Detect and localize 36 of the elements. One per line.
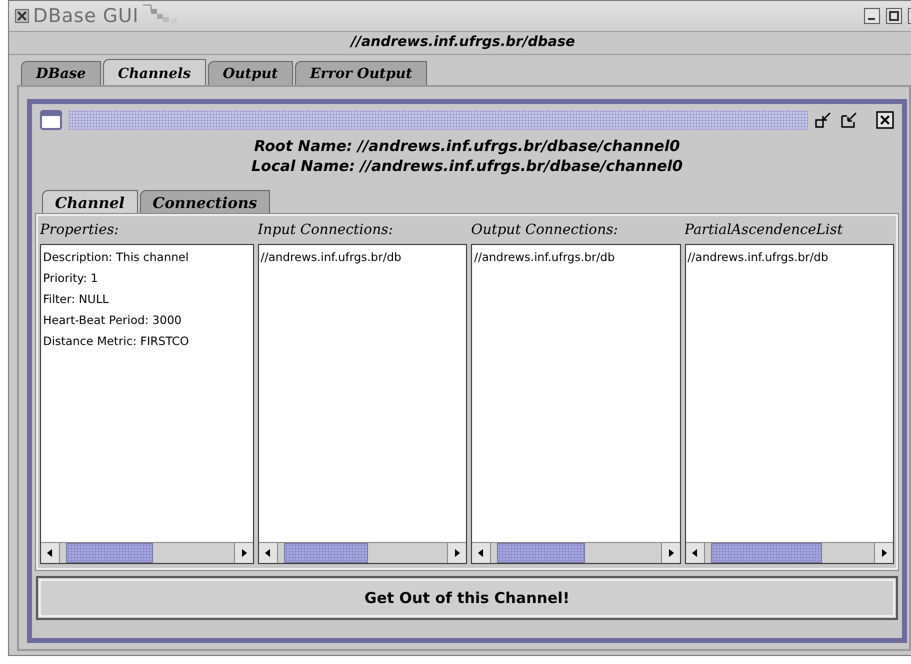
tab[interactable]: Connections bbox=[140, 190, 270, 214]
close-icon[interactable] bbox=[876, 111, 894, 129]
list-item[interactable]: Filter: NULL bbox=[41, 289, 253, 310]
maximize-icon[interactable] bbox=[886, 8, 902, 24]
root-name-text: Root Name: //andrews.inf.ufrgs.br/dbase/channel0 bbox=[253, 136, 681, 156]
horizontal-scrollbar[interactable] bbox=[41, 542, 253, 563]
column-header: Properties: bbox=[40, 221, 120, 240]
tab[interactable]: DBase bbox=[21, 61, 101, 85]
list-item[interactable]: //andrews.inf.ufrgs.br/db bbox=[472, 247, 680, 268]
tab[interactable]: Channels bbox=[102, 59, 206, 85]
list-item[interactable]: Description: This channel bbox=[41, 247, 253, 268]
list-item[interactable]: Distance Metric: FIRSTCO bbox=[41, 331, 253, 352]
minimize-icon[interactable] bbox=[864, 8, 880, 24]
tab[interactable]: Output bbox=[208, 61, 293, 85]
scroll-thumb[interactable] bbox=[497, 543, 586, 563]
tab[interactable]: Error Output bbox=[294, 61, 428, 85]
horizontal-scrollbar[interactable] bbox=[686, 542, 893, 563]
list-item[interactable]: Heart-Beat Period: 3000 bbox=[41, 310, 253, 331]
scroll-thumb[interactable] bbox=[66, 543, 153, 563]
scroll-thumb[interactable] bbox=[710, 543, 822, 563]
local-name-text: Local Name: //andrews.inf.ufrgs.br/dbase/channel0 bbox=[250, 156, 684, 176]
get-out-button[interactable]: Get Out of this Channel! bbox=[36, 576, 898, 620]
list-item[interactable]: //andrews.inf.ufrgs.br/db bbox=[258, 247, 466, 268]
window-title: DBase GUI bbox=[33, 5, 139, 27]
column-header: Input Connections: bbox=[258, 221, 394, 240]
column-header: PartialAscendenceList bbox=[684, 221, 844, 240]
list-item[interactable]: Priority: 1 bbox=[41, 268, 253, 289]
window-icon bbox=[40, 110, 62, 130]
tab[interactable]: Channel bbox=[42, 190, 138, 214]
close-icon[interactable] bbox=[15, 9, 29, 23]
horizontal-scrollbar[interactable] bbox=[472, 542, 680, 563]
address-label: //andrews.inf.ufrgs.br/dbase bbox=[9, 32, 911, 55]
scroll-thumb[interactable] bbox=[284, 543, 368, 563]
list-item[interactable]: //andrews.inf.ufrgs.br/db bbox=[686, 247, 893, 268]
column-header: Output Connections: bbox=[471, 221, 620, 240]
horizontal-scrollbar[interactable] bbox=[258, 542, 466, 563]
